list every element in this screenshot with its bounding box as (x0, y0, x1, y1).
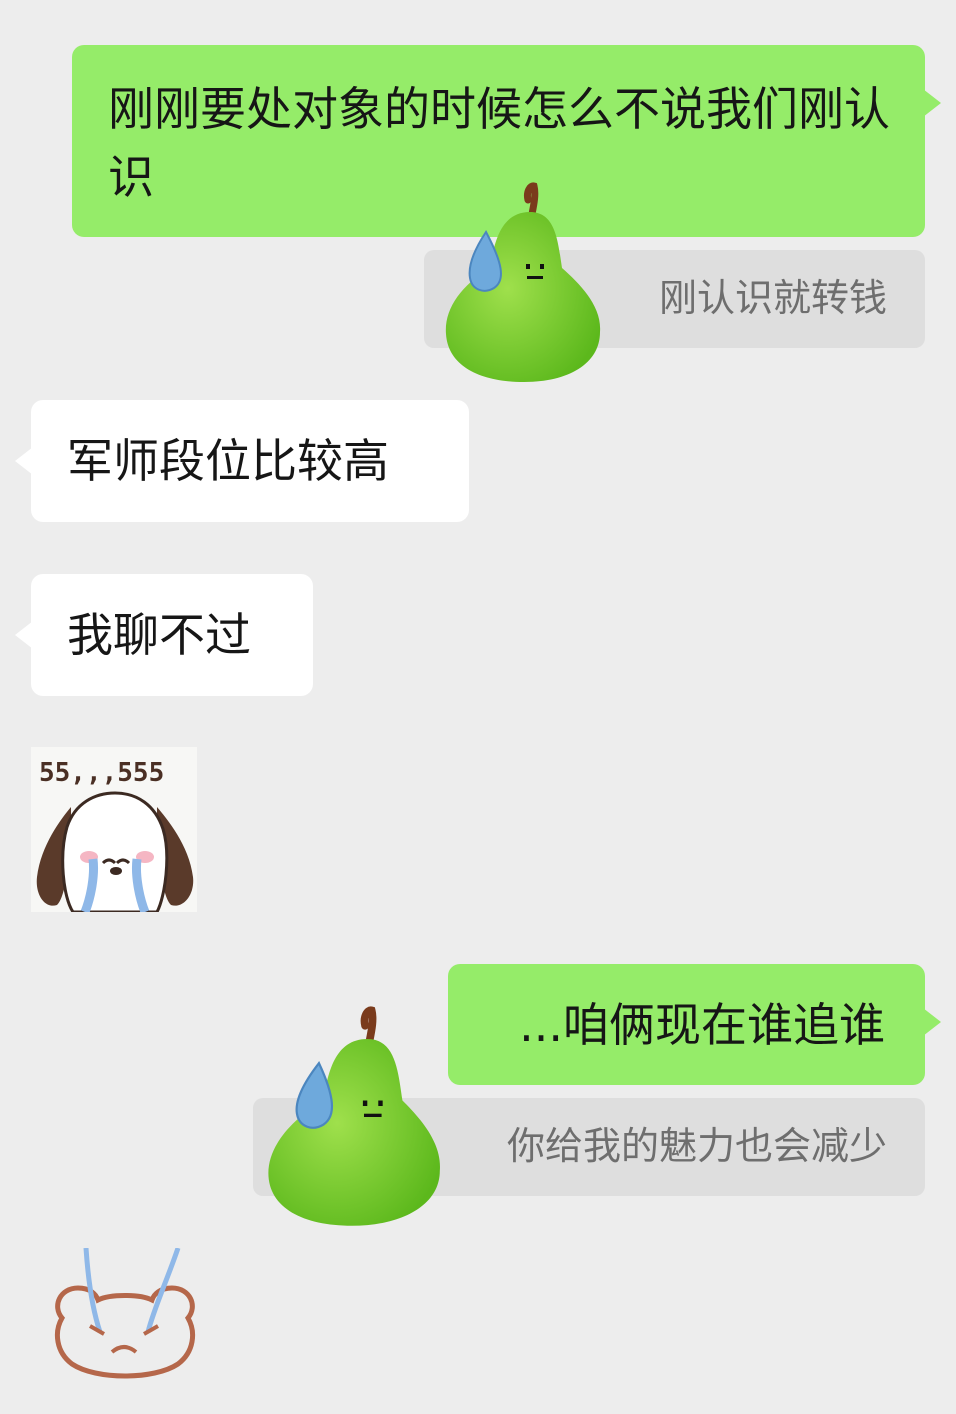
crying-bear-icon (54, 1248, 196, 1379)
crying-dog-sticker[interactable]: 55,,,555 (31, 747, 197, 912)
pear-icon (268, 1006, 440, 1226)
incoming-message-bubble[interactable]: 我聊不过 (15, 574, 313, 696)
incoming-message-bubble[interactable]: 军师段位比较高 (15, 400, 469, 522)
message-text: 我聊不过 (67, 608, 251, 662)
crying-bear-sticker[interactable] (50, 1248, 200, 1384)
message-text: 军师段位比较高 (67, 434, 389, 488)
pear-icon (445, 182, 601, 382)
message-text: ...咱俩现在谁追谁 (519, 998, 885, 1052)
quote-text: 刚认识就转钱 (658, 276, 887, 320)
outgoing-message-bubble[interactable]: ...咱俩现在谁追谁 (448, 964, 941, 1085)
crying-dog-icon: 55,,,555 (36, 758, 194, 912)
pear-sweat-sticker[interactable] (440, 182, 610, 384)
pear-sweat-sticker[interactable] (258, 1006, 448, 1228)
quote-text: 你给我的魅力也会减少 (506, 1124, 887, 1168)
sticker-caption: 55,,,555 (39, 758, 164, 788)
